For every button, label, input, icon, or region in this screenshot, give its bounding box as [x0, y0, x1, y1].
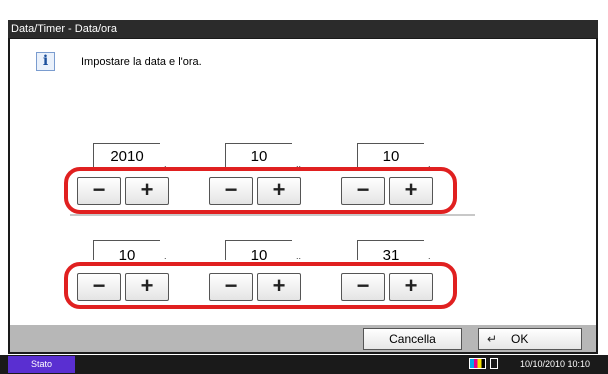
toner-icon — [469, 358, 486, 369]
ok-button[interactable]: ↵ OK — [478, 328, 582, 350]
document-icon — [490, 358, 498, 369]
minute-unit: .. — [296, 251, 302, 261]
status-button[interactable]: Stato — [8, 356, 75, 373]
main-panel: i Impostare la data e l'ora. 2010 . 10 .… — [10, 39, 596, 325]
window-title: Data/Timer - Data/ora — [8, 20, 598, 38]
enter-icon: ↵ — [487, 332, 498, 346]
action-bar: Cancella ↵ OK — [10, 325, 596, 352]
status-bar: Stato 10/10/2010 10:10 — [0, 355, 608, 374]
time-buttons-highlight — [64, 262, 457, 309]
info-icon: i — [36, 52, 55, 71]
second-field[interactable]: 31 — [357, 240, 424, 260]
hour-unit: . — [164, 251, 167, 261]
instruction-text: Impostare la data e l'ora. — [81, 56, 202, 68]
status-datetime: 10/10/2010 10:10 — [520, 359, 591, 369]
cancel-button[interactable]: Cancella — [363, 328, 462, 350]
minute-field[interactable]: 10 — [225, 240, 292, 260]
ok-label: OK — [511, 332, 529, 346]
hour-field[interactable]: 10 — [93, 240, 160, 260]
date-buttons-highlight — [64, 167, 457, 214]
separator-line — [70, 214, 475, 216]
second-unit: . — [428, 251, 431, 261]
